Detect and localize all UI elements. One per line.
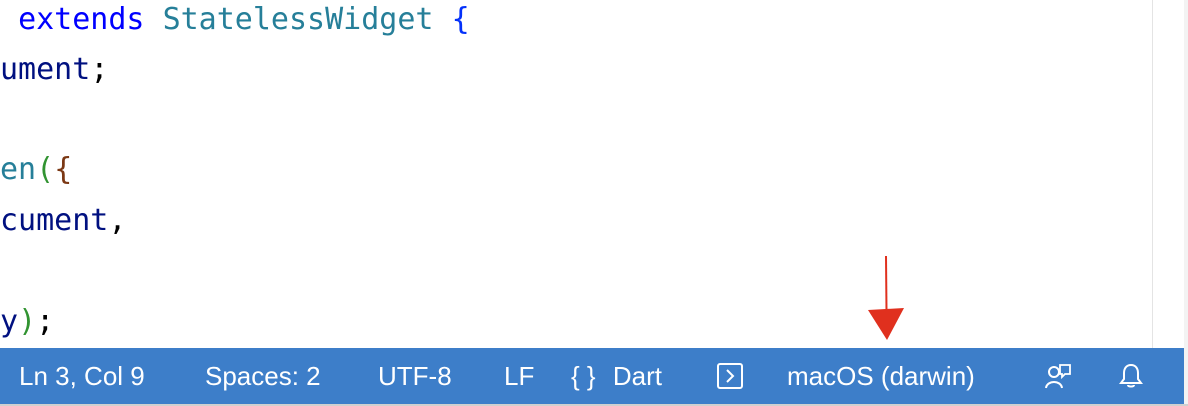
indentation-setting[interactable]: Spaces: 2 xyxy=(205,348,321,404)
bell-icon[interactable] xyxy=(1117,362,1145,390)
code-editor[interactable]: extends StatelessWidget { ument; en({ cu… xyxy=(0,0,1188,348)
line-ending-setting[interactable]: LF xyxy=(504,348,534,404)
type-name: StatelessWidget xyxy=(162,2,434,37)
device-selector[interactable]: macOS (darwin) xyxy=(787,348,975,404)
encoding-setting[interactable]: UTF-8 xyxy=(378,348,452,404)
code-line-1: extends StatelessWidget { xyxy=(0,0,470,45)
feedback-person-icon[interactable] xyxy=(1044,362,1072,390)
code-line-5: y); xyxy=(0,304,55,339)
keyword-extends: extends xyxy=(18,2,145,37)
language-label: Dart xyxy=(612,361,662,391)
code-line-3: en({ xyxy=(0,152,73,187)
code-line-4: cument, xyxy=(0,203,127,238)
terminal-box-icon[interactable] xyxy=(716,362,744,390)
window-edge xyxy=(1184,0,1188,406)
braces-icon: { } xyxy=(571,361,596,391)
cursor-position[interactable]: Ln 3, Col 9 xyxy=(19,348,145,404)
annotation-arrow xyxy=(868,256,904,340)
status-bar: Ln 3, Col 9 Spaces: 2 UTF-8 LF { } Dart … xyxy=(0,348,1184,404)
language-mode[interactable]: { } Dart xyxy=(571,348,662,404)
editor-ruler xyxy=(1152,0,1153,348)
open-brace: { xyxy=(451,2,470,37)
code-line-2: ument; xyxy=(0,52,109,87)
